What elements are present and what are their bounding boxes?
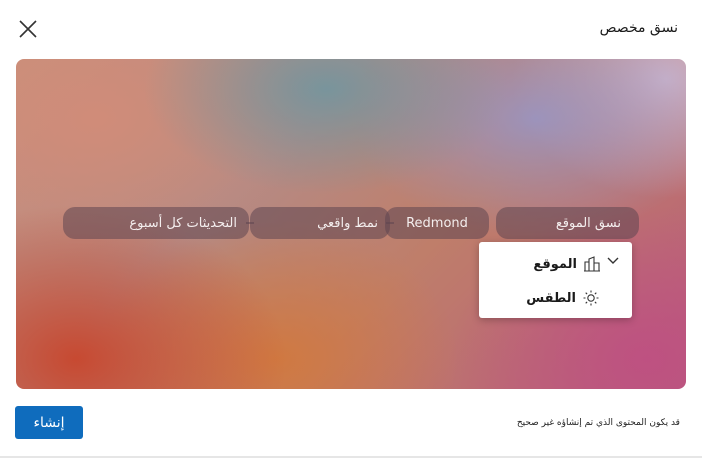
photo-style-pill[interactable]: نمط واقعي (250, 207, 390, 239)
custom-style-pill[interactable]: نسق الموقع (496, 207, 639, 239)
close-button[interactable] (14, 15, 42, 43)
dropdown-item-label: الموقع (533, 256, 577, 272)
dropdown-item-label: الطقس (526, 290, 576, 306)
photo-style-label: نمط واقعي (317, 215, 378, 231)
create-button[interactable]: إنشاء (15, 406, 83, 439)
dropdown-item-location[interactable]: الموقع (533, 254, 601, 274)
dropdown-item-weather[interactable]: الطقس (526, 288, 600, 308)
chevron-down-icon (607, 257, 619, 264)
style-preview-canvas: التحديثات كل أسبوع نمط واقعي Redmond نسق… (16, 59, 686, 389)
updates-frequency-label: التحديثات كل أسبوع (129, 215, 237, 231)
location-building-icon (584, 256, 600, 272)
dialog-title: نسق مخصص (599, 20, 678, 36)
create-button-label: إنشاء (33, 414, 65, 431)
updates-frequency-pill[interactable]: التحديثات كل أسبوع (63, 207, 249, 239)
custom-style-dialog: نسق مخصص التحديثات كل أسبوع نمط واقعي Re… (0, 0, 702, 458)
custom-style-label: نسق الموقع (555, 215, 621, 231)
location-value-pill[interactable]: Redmond (385, 207, 489, 239)
theme-type-dropdown[interactable]: الموقع الطقس (479, 242, 632, 318)
location-value-label: Redmond (406, 215, 468, 231)
sun-icon (583, 290, 599, 306)
close-icon (19, 20, 37, 38)
ai-disclaimer: قد يكون المحتوى الذي تم إنشاؤه غير صحيح (516, 418, 680, 428)
